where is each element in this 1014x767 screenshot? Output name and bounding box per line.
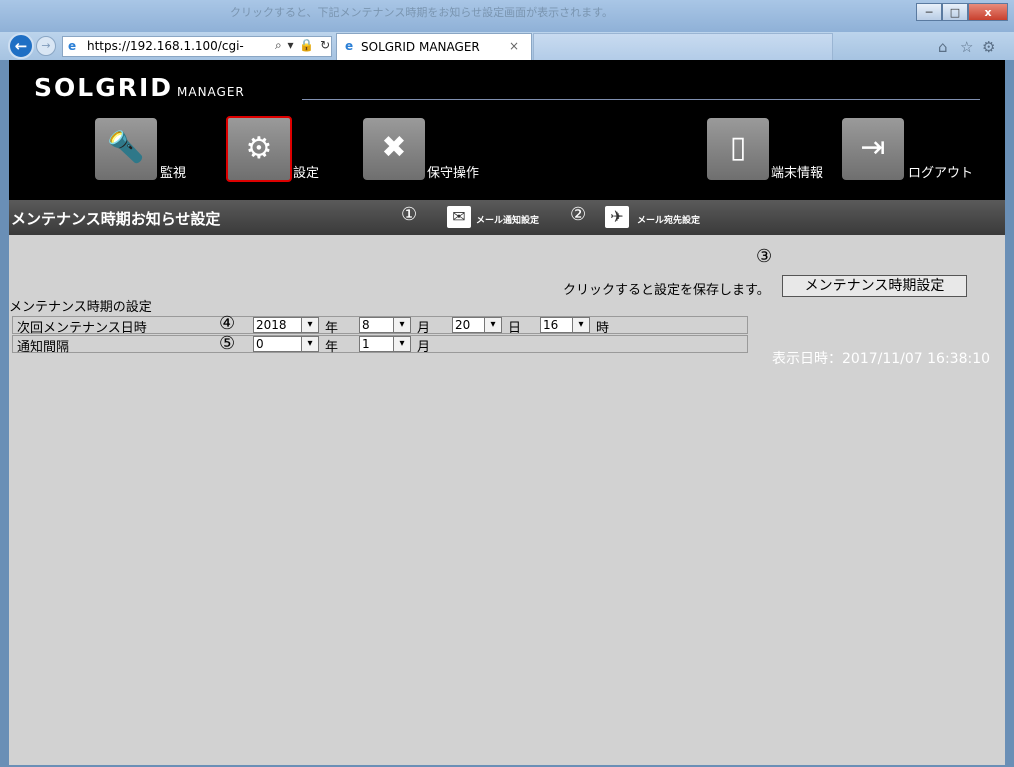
notify-interval-label: 通知間隔 (17, 340, 70, 355)
year-select[interactable]: 2018 ▾ (253, 317, 319, 333)
nav-monitor-label: 監視 (160, 166, 187, 181)
interval-month-unit: 月 (417, 340, 431, 355)
month-value: 8 (362, 318, 370, 332)
tab-solgrid-manager[interactable]: e SOLGRID MANAGER × (336, 33, 532, 60)
mail-destination-link[interactable]: メール宛先設定 (637, 213, 700, 226)
chevron-down-icon: ▾ (393, 337, 410, 351)
day-value: 20 (455, 318, 471, 332)
year-value: 2018 (256, 318, 287, 332)
logout-icon: ⇥ (842, 118, 904, 180)
back-button[interactable]: ← (8, 33, 34, 59)
day-select[interactable]: 20 ▾ (452, 317, 502, 333)
nav-settings-label: 設定 (293, 166, 320, 181)
chevron-down-icon: ▾ (301, 337, 318, 351)
year-unit: 年 (325, 321, 339, 336)
tab-title: SOLGRID MANAGER (361, 40, 480, 54)
interval-month-select[interactable]: 1 ▾ (359, 336, 411, 352)
new-tab-area[interactable] (533, 33, 833, 60)
settings-icon[interactable]: ⚙ (982, 38, 995, 56)
device-icon: ▯ (707, 118, 769, 180)
interval-year-unit: 年 (325, 340, 339, 355)
window-title: クリックすると、下記メンテナンス時期をお知らせ設定画面が表示されます。 (230, 6, 614, 19)
mail-notify-icon[interactable]: ✉ (447, 206, 471, 228)
section-title: メンテナンス時期の設定 (9, 300, 152, 315)
marker-2: ② (570, 204, 587, 225)
url-text[interactable]: https://192.168.1.100/cgi- (87, 39, 244, 53)
nav-maintenance-label: 保守操作 (427, 166, 480, 181)
month-select[interactable]: 8 ▾ (359, 317, 411, 333)
hour-value: 16 (543, 318, 559, 332)
logo-text: SOLGRID (34, 73, 174, 102)
nav-logout-label: ログアウト (908, 166, 974, 181)
tab-close-icon[interactable]: × (509, 39, 519, 53)
logo-subtext: MANAGER (177, 85, 245, 99)
next-maintenance-row: 次回メンテナンス日時 ④ 2018 ▾ 年 8 ▾ 月 20 ▾ 日 16 ▾ … (12, 313, 748, 336)
close-window-button[interactable]: x (968, 3, 1008, 21)
forward-button[interactable]: → (36, 36, 56, 56)
page-title: メンテナンス時期お知らせ設定 (11, 210, 221, 228)
hour-select[interactable]: 16 ▾ (540, 317, 590, 333)
title-bar: クリックすると、下記メンテナンス時期をお知らせ設定画面が表示されます。 ─ □ … (0, 0, 1014, 32)
interval-month-value: 1 (362, 337, 370, 351)
next-maintenance-label: 次回メンテナンス日時 (17, 321, 147, 336)
chevron-down-icon: ▾ (393, 318, 410, 332)
chevron-down-icon: ▾ (484, 318, 501, 332)
address-bar[interactable]: e https://192.168.1.100/cgi- ⌕ ▾ 🔒 ↻ (62, 36, 332, 57)
chevron-down-icon: ▾ (301, 318, 318, 332)
interval-year-select[interactable]: 0 ▾ (253, 336, 319, 352)
save-hint: クリックすると設定を保存します。 (563, 283, 770, 298)
interval-year-value: 0 (256, 337, 264, 351)
marker-4: ④ (219, 313, 236, 334)
browser-window: クリックすると、下記メンテナンス時期をお知らせ設定画面が表示されます。 ─ □ … (0, 0, 1014, 767)
maintenance-save-button[interactable]: メンテナンス時期設定 (782, 275, 967, 297)
page-content: SOLGRID MANAGER 🔦 監視 ⚙ 設定 ✖ 保守操作 ▯ 端末情報 ⇥ (9, 60, 1005, 765)
marker-5: ⑤ (219, 333, 236, 354)
day-unit: 日 (508, 321, 522, 336)
hour-unit: 時 (596, 321, 610, 336)
chevron-down-icon: ▾ (572, 318, 589, 332)
monitor-icon: 🔦 (95, 118, 157, 180)
home-icon[interactable]: ⌂ (938, 38, 948, 56)
solgrid-logo: SOLGRID MANAGER (34, 73, 245, 102)
favorites-icon[interactable]: ☆ (960, 38, 973, 56)
address-tools-icon[interactable]: ⌕ ▾ 🔒 ↻ (275, 38, 331, 53)
month-unit: 月 (417, 321, 431, 336)
gear-icon: ⚙ (226, 116, 292, 182)
minimize-button[interactable]: ─ (916, 3, 942, 21)
header-divider (302, 99, 980, 100)
notify-interval-row: 通知間隔 ⑤ 0 ▾ 年 1 ▾ 月 (12, 333, 748, 355)
ie-icon: e (68, 39, 77, 53)
tools-icon: ✖ (363, 118, 425, 180)
mail-notify-link[interactable]: メール通知設定 (476, 213, 539, 226)
nav-device-info-label: 端末情報 (771, 166, 824, 181)
app-header: SOLGRID MANAGER 🔦 監視 ⚙ 設定 ✖ 保守操作 ▯ 端末情報 ⇥ (9, 60, 1005, 200)
mail-destination-icon[interactable]: ✈ (605, 206, 629, 228)
maximize-button[interactable]: □ (942, 3, 968, 21)
marker-3: ③ (756, 246, 773, 267)
marker-1: ① (401, 204, 418, 225)
display-time: 表示日時：2017/11/07 16:38:10 (772, 351, 991, 367)
ie-tab-icon: e (345, 39, 354, 53)
